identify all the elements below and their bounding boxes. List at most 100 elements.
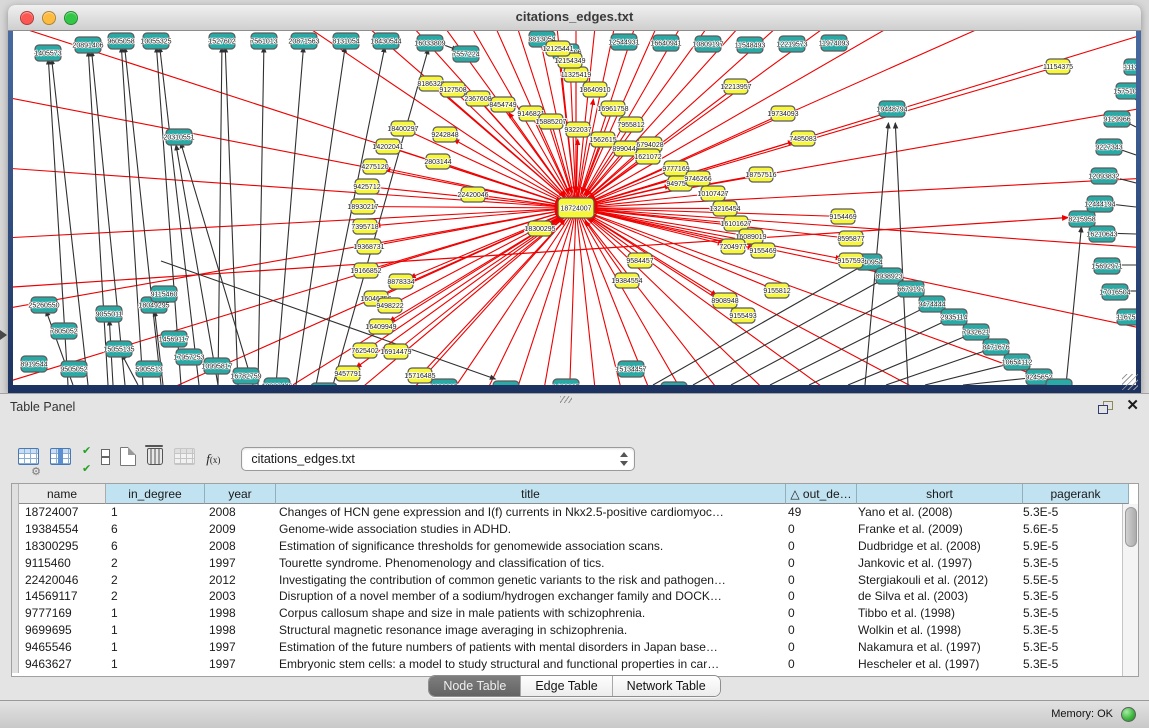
cell-name: 9699695	[19, 622, 105, 639]
float-panel-icon[interactable]	[1098, 401, 1113, 414]
cell-title: Disruption of a novel member of a sodium…	[273, 588, 782, 605]
cell-in_degree: 1	[105, 639, 203, 656]
node-label: 2803144	[424, 159, 451, 166]
citation-edge-black	[770, 307, 927, 385]
node-label: 13216454	[709, 206, 740, 213]
node-label: 9115460	[151, 292, 178, 299]
tab-edge-table[interactable]: Edge Table	[521, 676, 612, 696]
table-selector-dropdown[interactable]: citations_edges.txt	[241, 447, 635, 471]
column-header-pagerank[interactable]: pagerank	[1023, 484, 1129, 504]
cell-short: Wolkin et al. (1998)	[852, 622, 1017, 639]
column-header-year[interactable]: year	[205, 484, 276, 504]
node-label: 16101627	[720, 221, 751, 228]
table-scrollbar-thumb[interactable]	[1125, 507, 1137, 547]
table-row[interactable]: 1830029562008Estimation of significance …	[12, 538, 1138, 555]
node-label: 15885207	[535, 119, 566, 126]
table-row[interactable]: 2242004622012Investigating the contribut…	[12, 572, 1138, 589]
cell-name: 22420046	[19, 572, 105, 589]
node-label: 14202041	[372, 144, 403, 151]
window-resize-grip[interactable]	[1122, 374, 1138, 390]
select-all-button[interactable]: ✔✔	[82, 444, 90, 474]
citation-edge-red	[576, 31, 1136, 208]
cell-in_degree: 1	[105, 656, 203, 673]
table-settings-button[interactable]: ⚙	[18, 444, 39, 474]
table-row[interactable]: 1938455462009Genome-wide association stu…	[12, 521, 1138, 538]
node-label: 12544931	[608, 40, 639, 47]
table-row[interactable]: 1872400712008Changes of HCN gene express…	[12, 504, 1138, 521]
table-row[interactable]: 1456911722003Disruption of a novel membe…	[12, 588, 1138, 605]
teal-node[interactable]	[661, 382, 687, 385]
cell-name: 19384554	[19, 521, 105, 538]
node-label: 5905513	[135, 367, 162, 374]
column-header-short[interactable]: short	[857, 484, 1023, 504]
table-row[interactable]: 946362711997Embryonic stem cells: a mode…	[12, 656, 1138, 673]
node-label: 9746266	[684, 176, 711, 183]
node-label: 2935114	[941, 315, 968, 322]
table-row[interactable]: 969969511998Structural magnetic resonanc…	[12, 622, 1138, 639]
citation-edge-red	[13, 31, 576, 208]
table-toolbar: ⚙ ✔✔ f(x) citations_edges.txt	[18, 444, 635, 474]
column-header-in_degree[interactable]: in_degree	[106, 484, 205, 504]
table-scrollbar[interactable]	[1122, 504, 1138, 676]
cell-title: Structural magnetic resonance image aver…	[273, 622, 782, 639]
table-row[interactable]: 911546021997Tourette syndrome. Phenomeno…	[12, 555, 1138, 572]
node-label: 12923446	[261, 384, 292, 386]
node-label: 8595877	[837, 236, 864, 243]
show-columns-button[interactable]	[50, 444, 71, 474]
citation-edge-black	[895, 123, 908, 385]
node-label: 16914479	[380, 349, 411, 356]
node-label: 1527602	[208, 39, 235, 46]
node-label: 16409949	[365, 324, 396, 331]
status-bar: Memory: OK	[0, 700, 1149, 728]
table-row[interactable]: 946554611997Estimation of the future num…	[12, 639, 1138, 656]
node-label: 9425712	[353, 184, 380, 191]
cell-title: Embryonic stem cells: a model to study s…	[273, 656, 782, 673]
memory-status-led[interactable]	[1121, 707, 1136, 722]
node-label: 7955812	[617, 122, 644, 129]
network-window: citations_edges.txt 14055732089140696050…	[8, 5, 1141, 393]
window-title: citations_edges.txt	[8, 9, 1141, 24]
citation-network-graph[interactable]: 1405573208914069605058100553251527602756…	[13, 31, 1136, 385]
node-label: 9777169	[662, 166, 689, 173]
cell-out_de: 49	[782, 504, 852, 521]
tab-network-table[interactable]: Network Table	[613, 676, 720, 696]
function-builder-button[interactable]: f(x)	[206, 444, 220, 474]
cell-pagerank: 5.3E-5	[1017, 656, 1122, 673]
table-row[interactable]: 977716911998Corpus callosum shape and si…	[12, 605, 1138, 622]
cell-year: 2008	[203, 538, 273, 555]
citation-edge-black	[121, 47, 143, 385]
row-merge-button[interactable]	[101, 444, 109, 474]
citation-edge-red	[13, 31, 576, 208]
node-label: 7805052	[50, 329, 77, 336]
close-panel-icon[interactable]: ✕	[1126, 397, 1139, 415]
node-label: 19384554	[611, 278, 642, 285]
node-label: 15692971	[1091, 264, 1122, 271]
citation-edge-red	[576, 31, 1136, 208]
node-label: 1621072	[634, 154, 661, 161]
panel-divider-grip[interactable]	[560, 396, 572, 403]
table-body: 1872400712008Changes of HCN gene express…	[12, 504, 1138, 673]
column-header-name[interactable]: name	[19, 484, 106, 504]
cell-short: de Silva et al. (2003)	[852, 588, 1017, 605]
node-label: 18930217	[347, 204, 378, 211]
create-table-button[interactable]	[120, 444, 136, 474]
node-label: 16782759	[230, 374, 261, 381]
cell-in_degree: 1	[105, 622, 203, 639]
teal-node[interactable]	[311, 383, 337, 385]
delete-table-button[interactable]	[174, 444, 195, 474]
row-merge-icon	[101, 449, 109, 470]
tab-node-table[interactable]: Node Table	[429, 676, 521, 696]
node-label: 25260550	[28, 303, 59, 310]
cell-out_de: 0	[782, 538, 852, 555]
network-canvas[interactable]: 1405573208914069605058100553251527602756…	[13, 31, 1136, 385]
citation-edge-black	[258, 47, 264, 385]
teal-node[interactable]	[1046, 379, 1072, 385]
citation-edge-black	[963, 378, 1033, 385]
delete-rows-button[interactable]	[147, 444, 163, 474]
window-title-bar[interactable]: citations_edges.txt	[8, 5, 1141, 31]
column-header-title[interactable]: title	[276, 484, 786, 504]
column-header-out_de[interactable]: △ out_de…	[786, 484, 857, 504]
node-label: 12154349	[554, 58, 585, 65]
teal-node[interactable]	[493, 381, 519, 385]
citation-edge-red	[363, 207, 560, 208]
